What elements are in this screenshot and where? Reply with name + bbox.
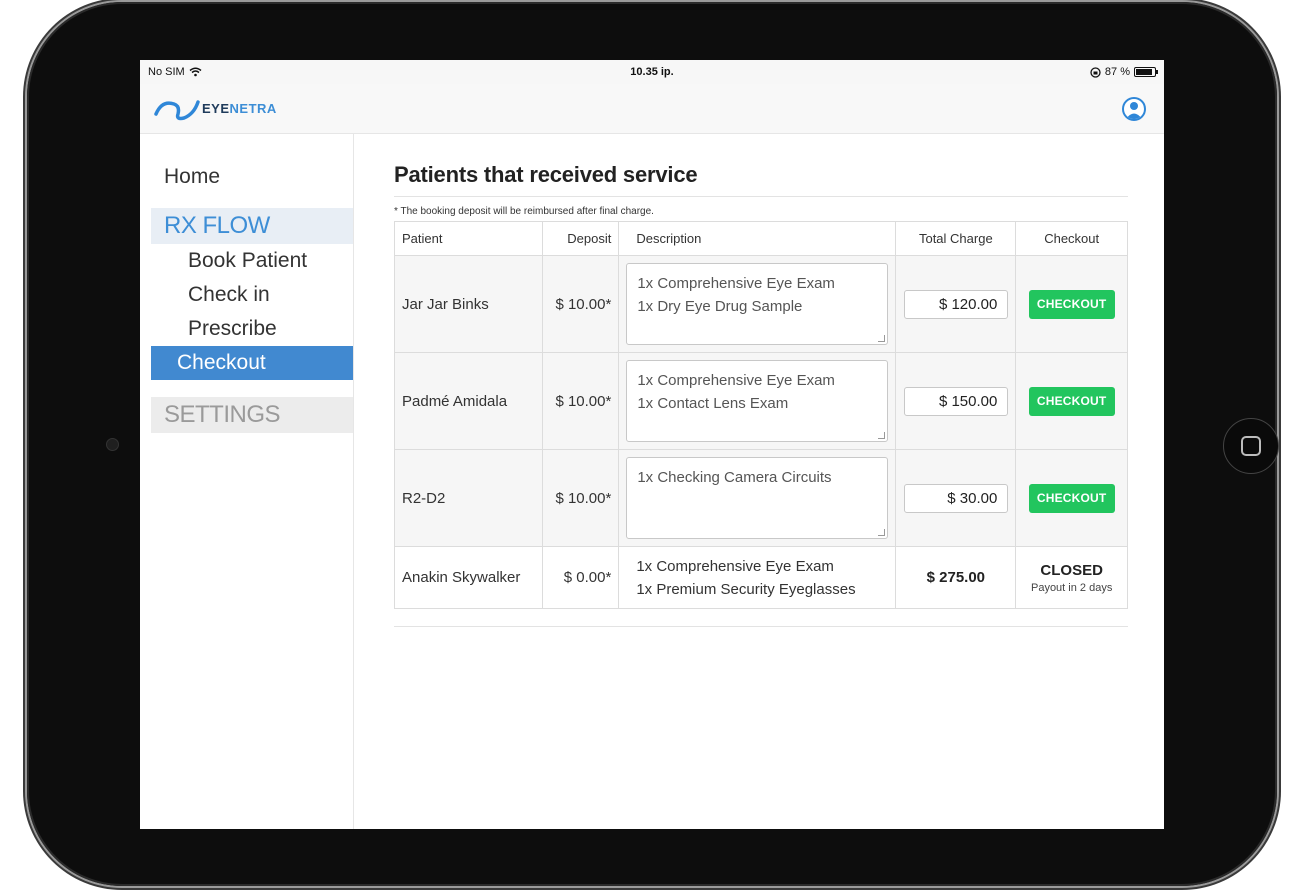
table-row: Anakin Skywalker $ 0.00* 1x Comprehensiv… bbox=[394, 546, 1128, 609]
column-header-deposit: Deposit bbox=[541, 221, 620, 256]
screen: No SIM 10.35 ip. 87 % EYENETRA Home RX F… bbox=[140, 60, 1164, 829]
description-line: 1x Comprehensive Eye Exam bbox=[636, 557, 834, 575]
description-cell: 1x Comprehensive Eye Exam 1x Contact Len… bbox=[618, 352, 897, 450]
sidebar-section-settings[interactable]: SETTINGS bbox=[151, 397, 353, 433]
table-row: Jar Jar Binks $ 10.00* 1x Comprehensive … bbox=[394, 255, 1128, 353]
patient-name: Jar Jar Binks bbox=[394, 255, 543, 353]
resize-handle-icon[interactable] bbox=[878, 529, 886, 536]
resize-handle-icon[interactable] bbox=[878, 335, 886, 342]
checkout-button[interactable]: CHECKOUT bbox=[1028, 483, 1115, 513]
sidebar-item-check-in[interactable]: Check in bbox=[151, 278, 353, 312]
checkout-button[interactable]: CHECKOUT bbox=[1028, 289, 1115, 319]
description-line: 1x Dry Eye Drug Sample bbox=[637, 298, 803, 315]
description-line: 1x Checking Camera Circuits bbox=[637, 469, 832, 486]
checkout-cell: CHECKOUT bbox=[1015, 449, 1128, 547]
logo-text-accent: NETRA bbox=[229, 101, 277, 116]
battery-percent: 87 % bbox=[1104, 66, 1130, 78]
logo-text-main: EYE bbox=[202, 101, 230, 116]
description-cell: 1x Comprehensive Eye Exam 1x Dry Eye Dru… bbox=[618, 255, 897, 353]
patient-name: R2-D2 bbox=[394, 449, 543, 547]
logo-text: EYENETRA bbox=[202, 101, 277, 116]
description-textarea[interactable]: 1x Comprehensive Eye Exam 1x Contact Len… bbox=[626, 360, 889, 442]
sidebar-section-rx-flow[interactable]: RX FLOW bbox=[151, 208, 353, 244]
description-line: 1x Comprehensive Eye Exam bbox=[637, 275, 835, 292]
payout-note: Payout in 2 days bbox=[1030, 581, 1113, 594]
description-cell: 1x Checking Camera Circuits bbox=[618, 449, 897, 547]
home-square-icon bbox=[1241, 436, 1261, 456]
main-panel: Patients that received service * The boo… bbox=[354, 134, 1164, 829]
description-textarea[interactable]: 1x Checking Camera Circuits bbox=[626, 457, 889, 539]
total-charge-value: $ 275.00 bbox=[895, 546, 1017, 609]
sidebar-item-prescribe[interactable]: Prescribe bbox=[151, 312, 353, 346]
eyenetra-logo-icon bbox=[154, 99, 200, 120]
content-area: Home RX FLOW Book Patient Check in Presc… bbox=[140, 134, 1164, 829]
table-header-row: Patient Deposit Description Total Charge… bbox=[394, 221, 1128, 256]
column-header-patient: Patient bbox=[394, 221, 543, 256]
table-row: R2-D2 $ 10.00* 1x Checking Camera Circui… bbox=[394, 449, 1128, 547]
top-navbar: EYENETRA bbox=[140, 84, 1164, 134]
divider bbox=[394, 626, 1128, 627]
sidebar-item-home[interactable]: Home bbox=[140, 160, 353, 194]
checkout-cell: CHECKOUT bbox=[1015, 255, 1128, 353]
patient-name: Anakin Skywalker bbox=[394, 546, 543, 609]
user-avatar-icon bbox=[1126, 101, 1142, 119]
clock: 10.35 ip. bbox=[630, 66, 674, 78]
column-header-total-charge: Total Charge bbox=[895, 221, 1017, 256]
user-profile-icon[interactable] bbox=[1122, 96, 1146, 121]
deposit-amount: $ 10.00* bbox=[541, 449, 620, 547]
logo[interactable]: EYENETRA bbox=[154, 96, 277, 122]
total-charge-input[interactable]: $ 150.00 bbox=[904, 386, 1009, 416]
deposit-amount: $ 0.00* bbox=[541, 546, 620, 609]
patient-name: Padmé Amidala bbox=[394, 352, 543, 450]
camera-icon bbox=[106, 438, 119, 451]
total-charge-cell: $ 120.00 bbox=[895, 255, 1017, 353]
carrier-label: No SIM bbox=[148, 66, 185, 78]
description-line: 1x Comprehensive Eye Exam bbox=[637, 372, 835, 389]
description-line: 1x Contact Lens Exam bbox=[637, 395, 789, 412]
deposit-note: * The booking deposit will be reimbursed… bbox=[394, 206, 654, 217]
battery-icon bbox=[1133, 67, 1158, 77]
total-charge-input[interactable]: $ 30.00 bbox=[904, 483, 1009, 513]
page-title: Patients that received service bbox=[394, 162, 1128, 197]
battery-fill bbox=[1135, 69, 1152, 75]
total-charge-input[interactable]: $ 120.00 bbox=[904, 289, 1009, 319]
total-charge-cell: $ 30.00 bbox=[895, 449, 1017, 547]
description-textarea[interactable]: 1x Comprehensive Eye Exam 1x Dry Eye Dru… bbox=[626, 263, 889, 345]
description-cell: 1x Comprehensive Eye Exam 1x Premium Sec… bbox=[618, 546, 897, 609]
sidebar-item-book-patient[interactable]: Book Patient bbox=[151, 244, 353, 278]
sidebar-item-checkout[interactable]: Checkout bbox=[151, 346, 353, 380]
checkout-button[interactable]: CHECKOUT bbox=[1028, 386, 1115, 416]
total-charge-cell: $ 150.00 bbox=[895, 352, 1017, 450]
resize-handle-icon[interactable] bbox=[878, 432, 886, 439]
wifi-icon bbox=[189, 67, 202, 77]
column-header-description: Description bbox=[618, 221, 897, 256]
status-bar: No SIM 10.35 ip. 87 % bbox=[140, 60, 1164, 84]
status-badge: CLOSED bbox=[1040, 561, 1103, 579]
table-row: Padmé Amidala $ 10.00* 1x Comprehensive … bbox=[394, 352, 1128, 450]
deposit-amount: $ 10.00* bbox=[541, 352, 620, 450]
patients-table: Patient Deposit Description Total Charge… bbox=[394, 221, 1128, 609]
rotation-lock-icon bbox=[1090, 66, 1101, 78]
description-line: 1x Premium Security Eyeglasses bbox=[636, 580, 856, 598]
home-button[interactable] bbox=[1223, 418, 1279, 474]
deposit-amount: $ 10.00* bbox=[541, 255, 620, 353]
checkout-cell: CHECKOUT bbox=[1015, 352, 1128, 450]
column-header-checkout: Checkout bbox=[1015, 221, 1128, 256]
sidebar: Home RX FLOW Book Patient Check in Presc… bbox=[140, 134, 354, 829]
checkout-cell: CLOSED Payout in 2 days bbox=[1015, 546, 1128, 609]
